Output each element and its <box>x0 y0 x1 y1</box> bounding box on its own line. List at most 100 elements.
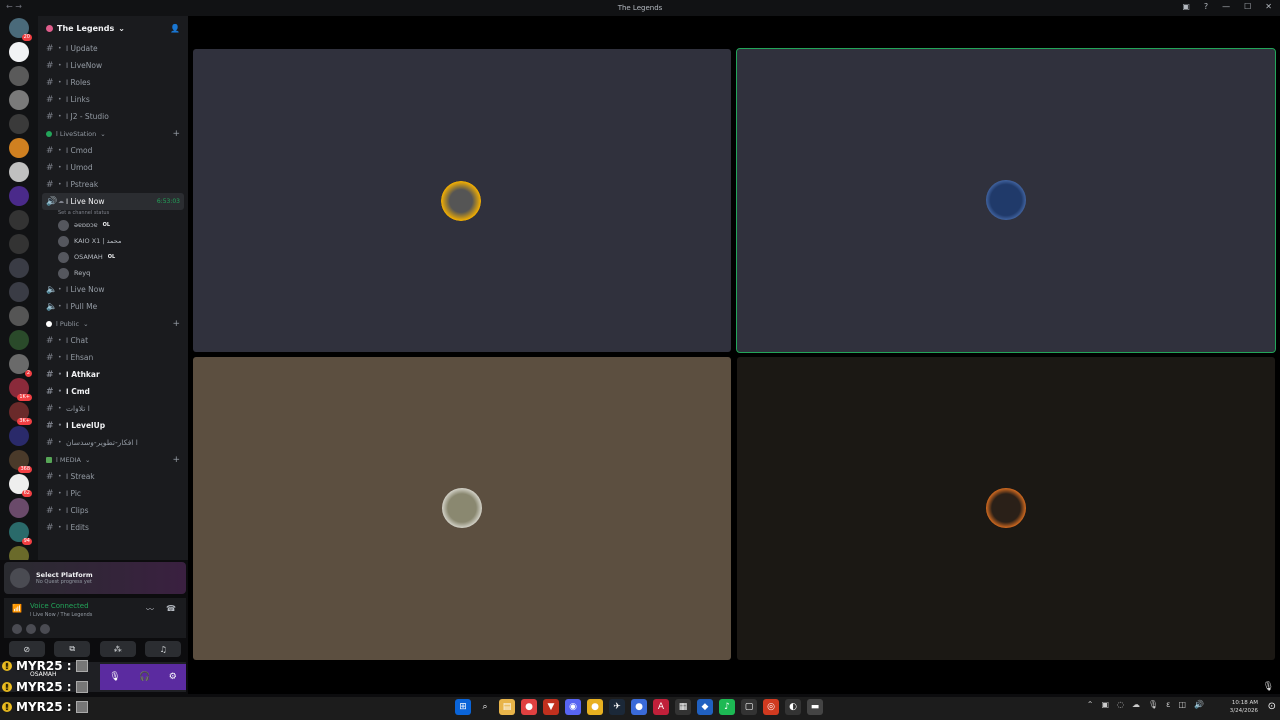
server-icon[interactable] <box>9 186 29 206</box>
server-icon[interactable] <box>9 258 29 278</box>
server-icon[interactable] <box>9 306 29 326</box>
user-name[interactable]: OSAMAH <box>30 671 57 678</box>
activities-button[interactable]: ⁂ <box>99 641 136 657</box>
category-livestation[interactable]: ا LiveStation ⌄ + <box>38 125 188 142</box>
app-icon[interactable]: ◎ <box>763 699 779 715</box>
server-icon[interactable] <box>9 426 29 446</box>
category-public[interactable]: ا Public ⌄ + <box>38 315 188 332</box>
minimize-button[interactable]: — <box>1222 2 1230 11</box>
app-icon[interactable]: ▬ <box>807 699 823 715</box>
notification-icon[interactable]: ⊙ <box>1268 701 1276 712</box>
soundboard-button[interactable]: ♫ <box>145 641 182 657</box>
channel-item[interactable]: 🔈 • ا Pull Me <box>38 298 188 315</box>
chevron-up-icon[interactable]: ⌃ <box>1087 700 1094 709</box>
voice-status[interactable]: Voice Connected <box>30 602 89 610</box>
microphone-icon[interactable]: 🎙 <box>109 672 120 682</box>
channel-item[interactable]: # • ا Links <box>38 91 188 108</box>
server-icon[interactable] <box>9 282 29 302</box>
category-media[interactable]: ا MEDIA ⌄ + <box>38 451 188 468</box>
channel-item[interactable]: # • ا Pic <box>38 485 188 502</box>
brave-icon[interactable]: ▼ <box>543 699 559 715</box>
server-icon[interactable] <box>9 330 29 350</box>
channel-item[interactable]: # • ا LiveNow <box>38 57 188 74</box>
server-icon[interactable]: 62 <box>9 474 32 497</box>
participant-tile[interactable] <box>737 357 1275 660</box>
activity-icon[interactable] <box>26 624 36 634</box>
add-channel-icon[interactable]: + <box>172 455 180 465</box>
channel-item[interactable]: 🔈 • ا Live Now <box>38 281 188 298</box>
app-icon[interactable]: ● <box>521 699 537 715</box>
help-icon[interactable]: ? <box>1204 2 1208 11</box>
app-icon[interactable]: ▦ <box>675 699 691 715</box>
channel-item[interactable]: # • ا Athkar <box>38 366 188 383</box>
start-icon[interactable]: ⊞ <box>455 699 471 715</box>
tray-icon[interactable]: ɛ <box>1166 700 1170 709</box>
wifi-icon[interactable]: ◫ <box>1178 700 1186 709</box>
activity-icon[interactable] <box>40 624 50 634</box>
participant-tile[interactable] <box>193 357 731 660</box>
app-icon[interactable]: ◐ <box>785 699 801 715</box>
maximize-button[interactable]: ☐ <box>1244 2 1251 11</box>
channel-item[interactable]: # • ا Update <box>38 40 188 57</box>
guild-header[interactable]: The Legends ⌄ 👤 <box>38 16 188 40</box>
discord-icon[interactable]: ◉ <box>565 699 581 715</box>
app-icon[interactable]: A <box>653 699 669 715</box>
channel-item[interactable]: # • ا Chat <box>38 332 188 349</box>
microphone-icon[interactable]: 🎙 <box>1263 682 1274 692</box>
settings-gear-icon[interactable]: ⚙ <box>169 672 177 682</box>
app-icon[interactable]: ▢ <box>741 699 757 715</box>
server-icon[interactable] <box>9 42 29 62</box>
add-channel-icon[interactable]: + <box>172 319 180 329</box>
close-button[interactable]: ✕ <box>1265 2 1272 11</box>
app-icon[interactable]: ◆ <box>697 699 713 715</box>
server-icon[interactable] <box>9 234 29 254</box>
tray-icon[interactable]: ▣ <box>1101 700 1109 709</box>
channel-item[interactable]: # • ا Streak <box>38 468 188 485</box>
camera-off-button[interactable]: ⊘ <box>8 641 45 657</box>
disconnect-icon[interactable]: ☎ <box>166 604 176 613</box>
back-arrow-icon[interactable]: ← → <box>6 2 22 11</box>
channel-item[interactable]: # • ا LevelUp <box>38 417 188 434</box>
quest-banner[interactable]: Select Platform No Quest progress yet <box>4 562 186 594</box>
server-icon[interactable] <box>9 162 29 182</box>
app-icon[interactable]: ● <box>631 699 647 715</box>
channel-item[interactable]: # • ا J2 - Studio <box>38 108 188 125</box>
system-clock[interactable]: 10:18 AM 3/24/2026 <box>1230 699 1258 715</box>
tray-icon[interactable]: ◌ <box>1117 700 1124 709</box>
app-icon[interactable]: ● <box>587 699 603 715</box>
channel-item[interactable]: # • ا Cmod <box>38 142 188 159</box>
voice-user[interactable]: OSAMAH OL <box>38 249 188 265</box>
voice-channel-active[interactable]: 🔊 ☁ ا Live Now 6:53:03 <box>42 193 184 210</box>
headphones-icon[interactable]: 🎧 <box>139 672 150 682</box>
tray-icon[interactable]: ☁ <box>1132 700 1140 709</box>
screen-share-button[interactable]: ⧉ <box>54 641 91 657</box>
channel-item[interactable]: # • ا Cmd <box>38 383 188 400</box>
channel-item[interactable]: # • ا تلاوات <box>38 400 188 417</box>
channel-item[interactable]: # • ا Roles <box>38 74 188 91</box>
activity-icon[interactable] <box>12 624 22 634</box>
channel-item[interactable]: # • ا Edits <box>38 519 188 536</box>
server-icon[interactable] <box>9 498 29 518</box>
server-icon[interactable] <box>9 66 29 86</box>
add-channel-icon[interactable]: + <box>172 129 180 139</box>
channel-status[interactable]: Set a channel status <box>38 210 188 217</box>
server-icon[interactable]: 368 <box>9 450 32 473</box>
channel-item[interactable]: # • ا افكار-تطوير-وسدسان <box>38 434 188 451</box>
channel-item[interactable]: # • ا Ehsan <box>38 349 188 366</box>
server-icon[interactable]: 1K+ <box>9 378 32 401</box>
signal-icon[interactable]: 📶 <box>12 604 22 613</box>
server-icon[interactable] <box>9 90 29 110</box>
voice-user[interactable]: KAIO X1 | محمد <box>38 233 188 249</box>
server-icon[interactable] <box>9 138 29 158</box>
server-icon[interactable] <box>9 114 29 134</box>
file-explorer-icon[interactable]: ▤ <box>499 699 515 715</box>
add-member-icon[interactable]: 👤 <box>170 24 180 33</box>
noise-suppression-icon[interactable]: 〰 <box>146 604 154 615</box>
tray-icon[interactable]: 🎙 <box>1148 700 1158 709</box>
server-icon[interactable]: 30 <box>9 546 29 560</box>
channel-item[interactable]: # • ا Umod <box>38 159 188 176</box>
spotify-icon[interactable]: ♪ <box>719 699 735 715</box>
inbox-icon[interactable]: ▣ <box>1182 2 1190 11</box>
server-icon[interactable]: 94 <box>9 522 32 545</box>
voice-user[interactable]: ǝɐɒɒɔɐ OL <box>38 217 188 233</box>
